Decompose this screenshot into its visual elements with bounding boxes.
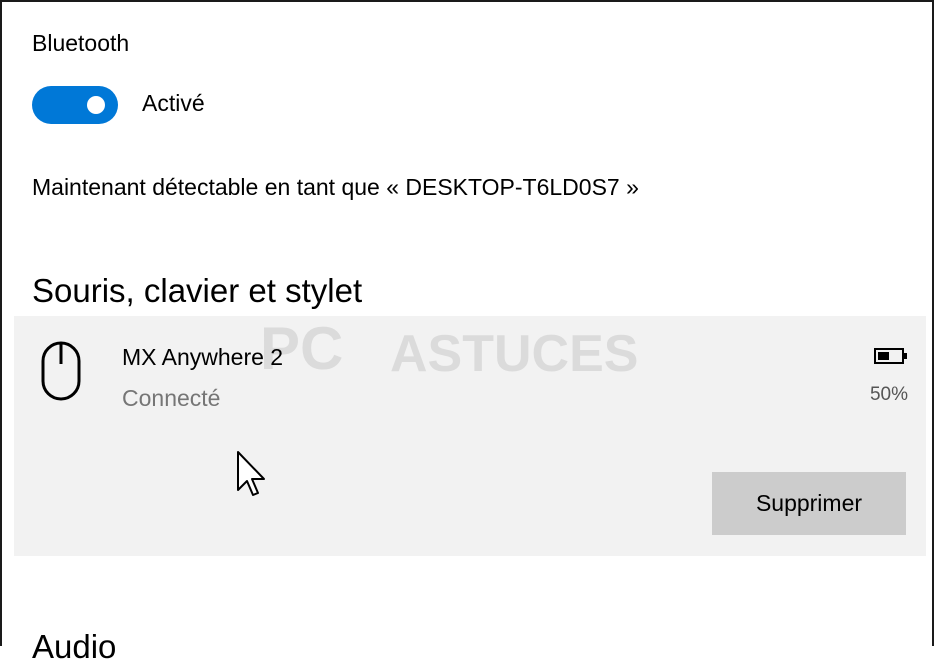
bluetooth-toggle[interactable]	[32, 86, 118, 124]
device-item-mx-anywhere[interactable]: MX Anywhere 2 Connecté 50% Supprimer	[14, 316, 926, 556]
window-frame: Bluetooth Activé Maintenant détectable e…	[0, 0, 934, 665]
battery-icon	[874, 348, 907, 364]
battery-percentage: 50%	[869, 384, 908, 405]
mouse-cursor-icon	[237, 451, 265, 496]
bluetooth-label: Bluetooth	[32, 30, 130, 56]
device-status: Connecté	[122, 385, 221, 411]
mouse-icon	[41, 341, 81, 401]
discoverable-text: Maintenant détectable en tant que « DESK…	[32, 174, 639, 200]
section-title-audio: Audio	[32, 628, 117, 665]
bluetooth-toggle-label: Activé	[142, 90, 205, 116]
device-name: MX Anywhere 2	[122, 344, 284, 370]
toggle-knob	[87, 96, 105, 114]
remove-button[interactable]: Supprimer	[712, 472, 906, 535]
section-title-mice: Souris, clavier et stylet	[32, 272, 363, 309]
